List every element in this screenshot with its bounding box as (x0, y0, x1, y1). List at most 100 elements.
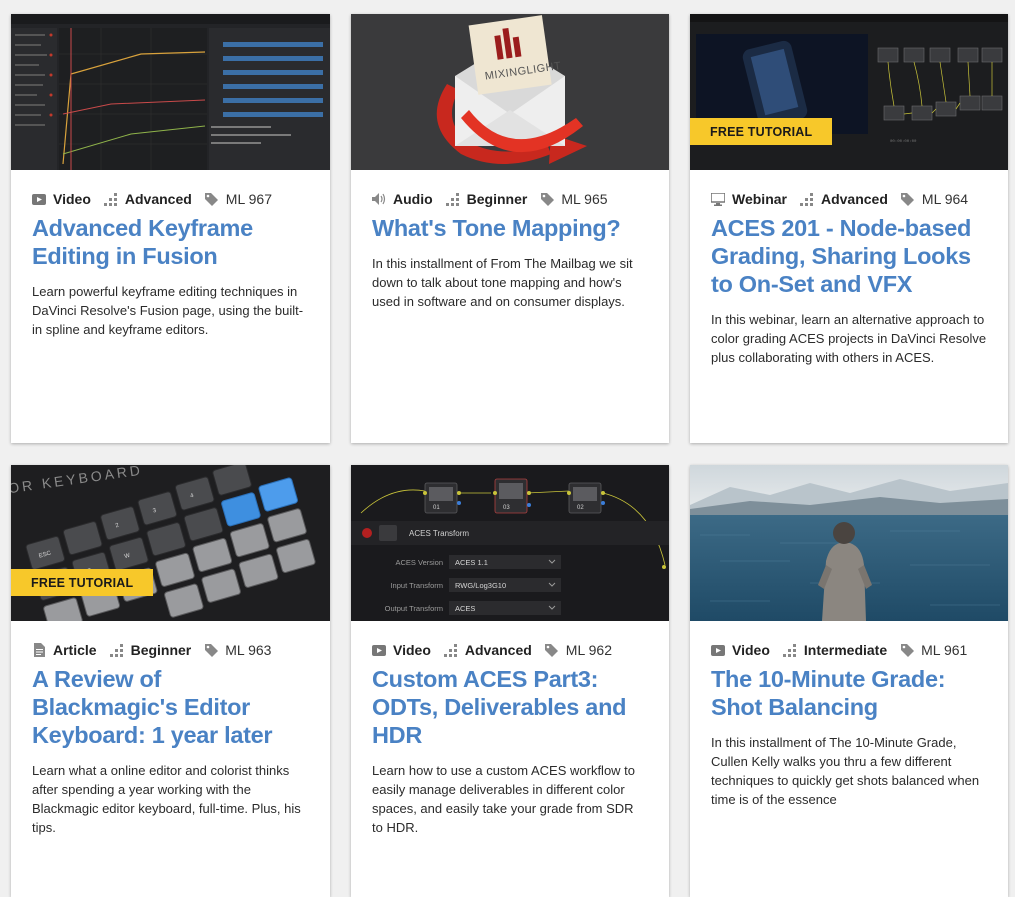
level-bars-icon (110, 643, 124, 657)
code-label: ML 964 (921, 191, 969, 207)
level-tag: Advanced (800, 191, 888, 207)
node-label: 03 (503, 505, 510, 511)
format-label: Video (732, 642, 770, 658)
format-tag: Webinar (711, 191, 787, 207)
card-thumbnail[interactable] (11, 14, 330, 170)
editor-keyboard-photo: OR KEYBOARD ESC234QW (11, 465, 330, 621)
format-label: Webinar (732, 191, 787, 207)
panel-row-value: ACES 1.1 (455, 558, 488, 567)
code-tag: ML 967 (205, 191, 272, 207)
speaker-icon (372, 192, 386, 206)
tutorial-card[interactable]: OR KEYBOARD ESC234QW FREE TUTORIAL (11, 465, 330, 897)
monitor-icon (711, 192, 725, 206)
format-tag: Audio (372, 191, 433, 207)
level-label: Beginner (466, 191, 528, 207)
level-label: Beginner (130, 642, 192, 658)
panel-row-label: Input Transform (390, 581, 443, 590)
format-tag: Article (32, 642, 97, 658)
card-description: In this webinar, learn an alternative ap… (711, 312, 987, 365)
tag-icon (205, 192, 219, 206)
card-thumbnail[interactable]: MIXINGLIGHT (351, 14, 669, 170)
code-label: ML 962 (565, 642, 612, 658)
format-label: Article (53, 642, 97, 658)
card-description: In this installment of From The Mailbag … (372, 256, 633, 309)
card-meta: Video Advanced ML 967 (11, 170, 330, 208)
level-bars-icon (783, 643, 797, 657)
svg-text:00:00:00:00: 00:00:00:00 (890, 140, 917, 144)
video-icon (711, 643, 725, 657)
card-title-link[interactable]: A Review of Blackmagic's Editor Keyboard… (11, 659, 330, 749)
code-label: ML 963 (225, 642, 272, 658)
level-tag: Advanced (104, 191, 192, 207)
level-tag: Intermediate (783, 642, 887, 658)
panel-row-label: Output Transform (385, 604, 443, 613)
card-meta: Webinar Advanced ML 964 (690, 170, 1008, 208)
code-tag: ML 962 (545, 642, 612, 658)
tutorial-card[interactable]: Video Advanced ML 967 Advanced Keyframe … (11, 14, 330, 443)
level-tag: Beginner (446, 191, 528, 207)
tag-icon (545, 643, 559, 657)
panel-row-value: ACES (455, 604, 475, 613)
resolve-node-screenshot: 00:00:00:00 (690, 14, 1008, 170)
level-label: Advanced (124, 191, 192, 207)
lake-photo (690, 465, 1008, 621)
aces-transform-screenshot: 01 03 02 ACES Transform ACES Version Inp… (351, 465, 669, 621)
card-thumbnail[interactable]: 00:00:00:00 FREE TUTORIAL (690, 14, 1008, 170)
mailbag-envelope-image: MIXINGLIGHT (351, 14, 669, 170)
level-bars-icon (104, 192, 118, 206)
format-label: Video (393, 642, 431, 658)
card-title-link[interactable]: ACES 201 - Node-based Grading, Sharing L… (690, 208, 1008, 298)
level-label: Intermediate (803, 642, 888, 658)
tutorial-card[interactable]: MIXINGLIGHT Audio Beginner ML 965 What's… (351, 14, 669, 443)
code-tag: ML 965 (540, 191, 608, 207)
free-tutorial-badge: FREE TUTORIAL (690, 118, 833, 145)
card-title-link[interactable]: The 10-Minute Grade: Shot Balancing (690, 659, 1008, 721)
panel-row-value: RWG/Log3G10 (455, 581, 506, 590)
level-label: Advanced (464, 642, 532, 658)
code-tag: ML 964 (901, 191, 968, 207)
format-tag: Video (372, 642, 431, 658)
tag-icon (204, 643, 218, 657)
level-tag: Advanced (444, 642, 532, 658)
node-label: 02 (577, 505, 584, 511)
code-tag: ML 961 (900, 642, 967, 658)
card-thumbnail[interactable] (690, 465, 1008, 621)
card-title-link[interactable]: Advanced Keyframe Editing in Fusion (11, 208, 330, 270)
format-tag: Video (32, 191, 91, 207)
fusion-keyframe-screenshot (11, 14, 330, 170)
document-icon (32, 643, 46, 657)
free-tutorial-badge: FREE TUTORIAL (11, 569, 154, 596)
tag-icon (540, 192, 554, 206)
card-description: Learn how to use a custom ACES workflow … (372, 763, 636, 835)
card-title-link[interactable]: What's Tone Mapping? (351, 208, 669, 242)
level-tag: Beginner (110, 642, 192, 658)
code-tag: ML 963 (204, 642, 271, 658)
panel-row-label: ACES Version (395, 558, 443, 567)
tag-icon (900, 643, 914, 657)
card-title-link[interactable]: Custom ACES Part3: ODTs, Deliverables an… (351, 659, 669, 749)
panel-header: ACES Transform (409, 529, 469, 538)
level-bars-icon (446, 192, 460, 206)
format-label: Video (53, 191, 91, 207)
level-bars-icon (444, 643, 458, 657)
tag-icon (901, 192, 915, 206)
card-description: In this installment of The 10-Minute Gra… (711, 735, 980, 807)
tutorial-card[interactable]: Video Intermediate ML 961 The 10-Minute … (690, 465, 1008, 897)
format-tag: Video (711, 642, 770, 658)
video-icon (32, 192, 46, 206)
card-description: Learn powerful keyframe editing techniqu… (32, 284, 304, 337)
tutorial-card[interactable]: 01 03 02 ACES Transform ACES Version Inp… (351, 465, 669, 897)
code-label: ML 965 (561, 191, 608, 207)
code-label: ML 961 (921, 642, 968, 658)
card-thumbnail[interactable]: OR KEYBOARD ESC234QW FREE TUTORIAL (11, 465, 330, 621)
tutorial-card[interactable]: 00:00:00:00 FREE TUTORIAL Webinar Advanc… (690, 14, 1008, 443)
card-meta: Video Intermediate ML 961 (690, 621, 1008, 659)
node-label: 01 (433, 505, 440, 511)
level-label: Advanced (820, 191, 888, 207)
code-label: ML 967 (225, 191, 272, 207)
card-description: Learn what a online editor and colorist … (32, 763, 301, 835)
card-thumbnail[interactable]: 01 03 02 ACES Transform ACES Version Inp… (351, 465, 669, 621)
format-label: Audio (393, 191, 433, 207)
video-icon (372, 643, 386, 657)
card-meta: Video Advanced ML 962 (351, 621, 669, 659)
